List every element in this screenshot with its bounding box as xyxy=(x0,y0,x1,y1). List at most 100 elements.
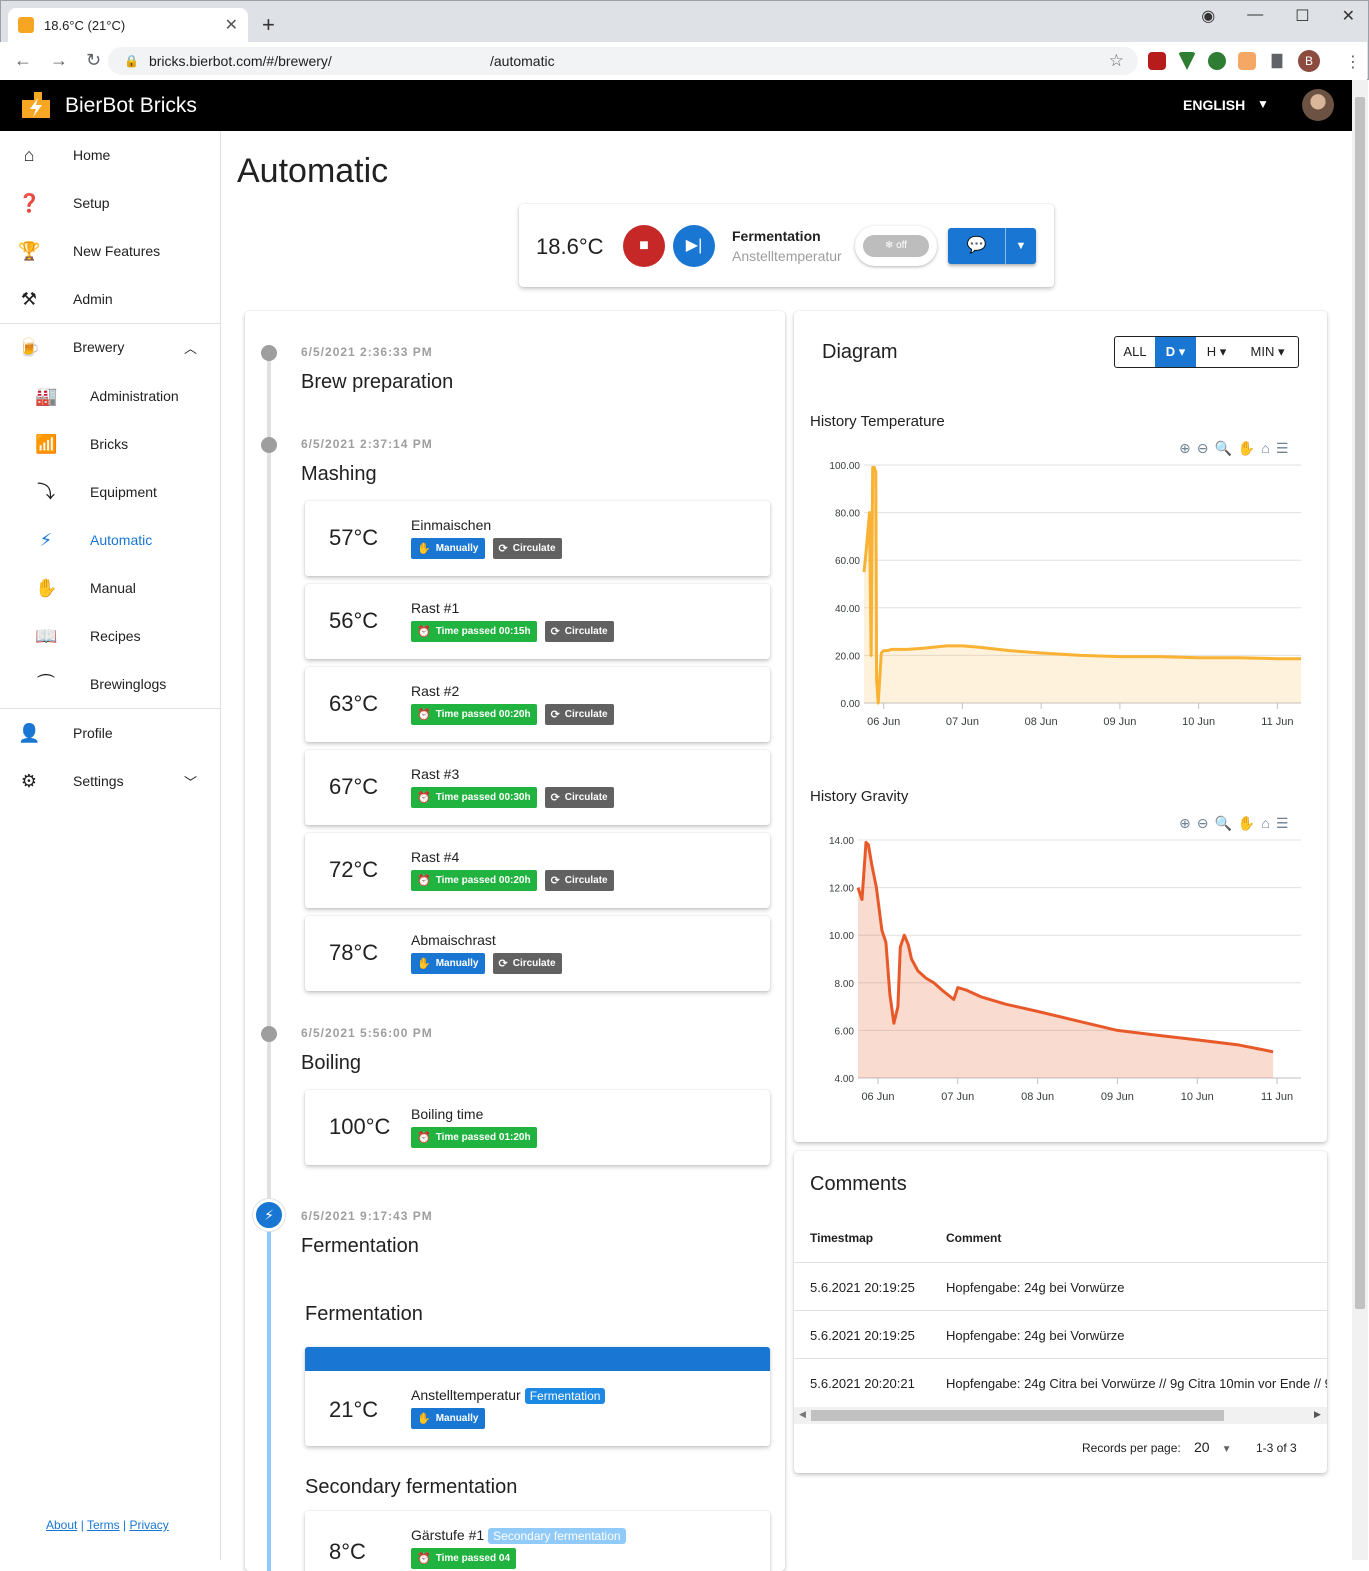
sidebar-item-label: Automatic xyxy=(90,532,153,548)
secondary-step-card[interactable]: 8°C Gärstufe #1 Secondary fermentation ⏰ T… xyxy=(305,1511,770,1571)
scrollbar-thumb[interactable] xyxy=(1355,97,1365,1309)
sidebar-item-automatic[interactable]: ⚡ Automatic xyxy=(0,516,220,564)
tools-icon: ⚒ xyxy=(20,289,38,309)
mash-step-card[interactable]: 63°C Rast #2 ⏰ Time passed 00:20h ⟳ Circul… xyxy=(305,667,770,742)
privacy-link[interactable]: Privacy xyxy=(129,1518,168,1532)
back-icon[interactable]: ← xyxy=(14,50,32,71)
active-phase-bolt-icon: ⚡ xyxy=(253,1199,285,1231)
circulate-badge: ⟳ Circulate xyxy=(544,704,614,725)
close-tab-icon[interactable]: ✕ xyxy=(225,15,238,35)
sidebar-item-label: Admin xyxy=(73,291,113,307)
sidebar: ⌂ Home ❓ Setup 🏆 New Features ⚒ Admin 🍺 … xyxy=(0,131,221,1560)
mash-step-card[interactable]: 67°C Rast #3 ⏰ Time passed 00:30h ⟳ Circul… xyxy=(305,750,770,825)
mash-step-card[interactable]: 78°C Abmaischrast ✋ Manually ⟳ Circulate xyxy=(305,916,770,991)
cooling-toggle[interactable]: ❄ off xyxy=(855,226,937,266)
caret-down-icon: ▼ xyxy=(1015,240,1027,252)
step-name: Rast #3 xyxy=(411,766,460,782)
wifi-gear-icon: 📶 xyxy=(35,434,58,454)
records-per-page-value: 20 xyxy=(1194,1439,1210,1455)
skip-next-button[interactable]: ▶| xyxy=(673,225,715,267)
new-tab-icon[interactable]: + xyxy=(262,12,275,38)
badge-label: Time passed 00:20h xyxy=(435,875,531,886)
app-bar: BierBot Bricks ENGLISH ▼ xyxy=(0,80,1352,131)
sidebar-item-equipment[interactable]: ⤵ Equipment xyxy=(0,468,220,516)
puzzle-icon[interactable] xyxy=(1271,53,1283,69)
url-input[interactable]: 🔒 bricks.bierbot.com/#/brewery/ /automat… xyxy=(108,47,1138,75)
sidebar-item-administration[interactable]: 🏭 Administration xyxy=(0,372,220,420)
records-per-page-select[interactable]: 20 ▼ xyxy=(1194,1439,1231,1455)
stop-button[interactable]: ■ xyxy=(623,225,665,267)
ublock-icon[interactable] xyxy=(1148,52,1166,70)
range-day-button[interactable]: D ▾ xyxy=(1155,337,1196,367)
y-tick-label: 14.00 xyxy=(829,836,854,847)
sidebar-item-settings[interactable]: ⚙ Settings ﹀ xyxy=(0,757,220,805)
range-hour-button[interactable]: H ▾ xyxy=(1196,337,1237,367)
cast-icon[interactable] xyxy=(1238,52,1256,70)
terms-link[interactable]: Terms xyxy=(87,1518,120,1532)
language-selector[interactable]: ENGLISH xyxy=(1183,97,1245,113)
sidebar-item-new-features[interactable]: 🏆 New Features xyxy=(0,227,220,275)
scroll-left-icon[interactable]: ◀ xyxy=(799,1409,806,1420)
close-window-icon[interactable]: ✕ xyxy=(1342,6,1355,26)
bookmark-star-icon[interactable]: ☆ xyxy=(1109,51,1124,71)
circulate-badge: ⟳ Circulate xyxy=(544,621,614,642)
range-all-button[interactable]: ALL xyxy=(1115,337,1155,367)
wordpress-icon[interactable] xyxy=(1208,52,1226,70)
temperature-chart[interactable]: 0.00 20.00 40.00 60.00 80.00 100.00 06 Jun 07 J… xyxy=(794,451,1327,751)
scroll-right-icon[interactable]: ▶ xyxy=(1314,1409,1321,1420)
about-link[interactable]: About xyxy=(46,1518,77,1532)
profile-dropdown-icon[interactable]: ◉ xyxy=(1201,6,1215,26)
sidebar-item-label: New Features xyxy=(73,243,161,259)
step-name-row: Anstelltemperatur Fermentation xyxy=(411,1387,606,1404)
sidebar-item-brewinglogs[interactable]: ⏜ Brewinglogs xyxy=(0,660,220,708)
browser-tab[interactable]: 18.6°C (21°C) ✕ xyxy=(8,8,248,42)
forward-icon[interactable]: → xyxy=(50,50,68,71)
mash-step-card[interactable]: 72°C Rast #4 ⏰ Time passed 00:20h ⟳ Circul… xyxy=(305,833,770,908)
y-tick-label: 4.00 xyxy=(835,1074,855,1085)
caret-down-icon: ▼ xyxy=(1221,1444,1232,1455)
sidebar-item-admin[interactable]: ⚒ Admin xyxy=(0,275,220,323)
cycle-icon: ⟳ xyxy=(550,709,560,721)
sidebar-item-manual[interactable]: ✋ Manual xyxy=(0,564,220,612)
scrollbar-thumb[interactable] xyxy=(811,1410,1224,1421)
circulate-badge: ⟳ Circulate xyxy=(544,787,614,808)
vue-devtools-icon[interactable] xyxy=(1178,52,1196,70)
sidebar-item-profile[interactable]: 👤 Profile xyxy=(0,709,220,757)
table-horizontal-scrollbar[interactable]: ◀ ▶ xyxy=(794,1407,1327,1424)
comment-timestamp: 5.6.2021 20:19:25 xyxy=(810,1328,915,1343)
user-avatar[interactable] xyxy=(1302,89,1334,121)
column-header-comment[interactable]: Comment xyxy=(946,1231,1001,1245)
range-minute-button[interactable]: MIN ▾ xyxy=(1237,337,1298,367)
mash-step-card[interactable]: 57°C Einmaischen ✋ Manually ⟳ Circulate xyxy=(305,501,770,576)
comment-dropdown-button[interactable]: ▼ xyxy=(1006,228,1036,264)
profile-avatar[interactable]: B xyxy=(1298,50,1320,72)
chevron-down-icon: ﹀ xyxy=(184,774,198,790)
y-tick-label: 12.00 xyxy=(829,884,854,895)
sidebar-item-recipes[interactable]: 📖 Recipes xyxy=(0,612,220,660)
y-tick-label: 100.00 xyxy=(829,461,860,472)
column-header-timestamp[interactable]: Timestmap xyxy=(810,1231,873,1245)
sidebar-item-brewery[interactable]: 🍺 Brewery ︿ xyxy=(0,323,220,371)
step-temperature: 72°C xyxy=(329,857,379,882)
add-comment-button[interactable]: 💬 xyxy=(948,228,1006,264)
sidebar-item-setup[interactable]: ❓ Setup xyxy=(0,179,220,227)
footer-links: About | Terms | Privacy xyxy=(46,1518,169,1532)
minimize-icon[interactable]: — xyxy=(1247,6,1263,26)
circulate-badge: ⟳ Circulate xyxy=(492,538,562,559)
maximize-icon[interactable]: ☐ xyxy=(1295,6,1309,26)
browser-menu-icon[interactable]: ⋮ xyxy=(1345,52,1361,72)
comment-timestamp: 5.6.2021 20:19:25 xyxy=(810,1280,915,1295)
range-label: MIN xyxy=(1250,344,1275,359)
reload-icon[interactable]: ↻ xyxy=(86,50,101,71)
sidebar-item-bricks[interactable]: 📶 Bricks xyxy=(0,420,220,468)
sidebar-item-home[interactable]: ⌂ Home xyxy=(0,131,220,179)
fermentation-step-card[interactable]: 21°C Anstelltemperatur Fermentation ✋ Manu… xyxy=(305,1347,770,1446)
timeline-dot xyxy=(261,1026,277,1042)
caret-down-icon[interactable]: ▼ xyxy=(1257,97,1269,111)
gravity-chart[interactable]: 4.00 6.00 8.00 10.00 12.00 14.00 06 Jun 07 Jun 0… xyxy=(794,826,1327,1126)
badge-label: Circulate xyxy=(512,543,556,554)
app-brand[interactable]: BierBot Bricks xyxy=(65,94,197,118)
boil-step-card[interactable]: 100°C Boiling time ⏰ Time passed 01:20h xyxy=(305,1090,770,1165)
mash-step-card[interactable]: 56°C Rast #1 ⏰ Time passed 00:15h ⟳ Circul… xyxy=(305,584,770,659)
page-scrollbar[interactable] xyxy=(1352,80,1368,1560)
